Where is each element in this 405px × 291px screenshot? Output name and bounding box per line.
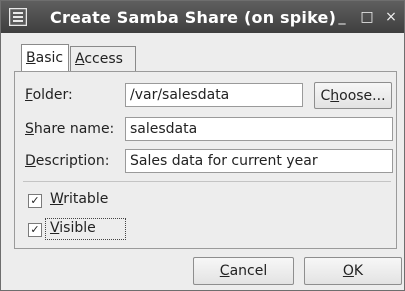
tab-access-label-rest: ccess (84, 51, 123, 67)
description-field[interactable] (125, 149, 393, 173)
description-label: Description: (25, 153, 110, 169)
folder-field[interactable] (125, 83, 303, 107)
choose-button[interactable]: Choose... (314, 82, 392, 109)
create-samba-share-dialog: Create Samba Share (on spike) _ □ × Basi… (0, 0, 405, 291)
maximize-button[interactable]: □ (358, 8, 376, 26)
share-name-field[interactable] (125, 117, 393, 141)
tab-access[interactable]: Access (70, 46, 136, 71)
close-button[interactable]: × (382, 8, 400, 26)
cancel-button[interactable]: Cancel (193, 257, 294, 285)
tab-basic-label-rest: asic (35, 50, 64, 66)
window-title: Create Samba Share (on spike) (50, 8, 337, 27)
tab-basic[interactable]: Basic (21, 44, 69, 71)
folder-label: Folder: (25, 87, 73, 103)
ok-button[interactable]: OK (304, 257, 402, 285)
writable-label: Writable (50, 191, 109, 207)
separator (23, 181, 391, 182)
share-name-label: Share name: (25, 121, 115, 137)
visible-label: Visible (45, 218, 126, 240)
visible-checkbox[interactable]: ✓ (28, 223, 42, 237)
writable-checkbox[interactable]: ✓ (28, 194, 42, 208)
minimize-button[interactable]: _ (333, 8, 351, 26)
title-bar[interactable]: Create Samba Share (on spike) _ □ × (1, 1, 404, 33)
tab-access-mnemonic: A (75, 51, 85, 67)
focus-indicator (45, 218, 126, 240)
tab-basic-mnemonic: B (26, 50, 36, 66)
samba-app-icon (9, 8, 27, 26)
